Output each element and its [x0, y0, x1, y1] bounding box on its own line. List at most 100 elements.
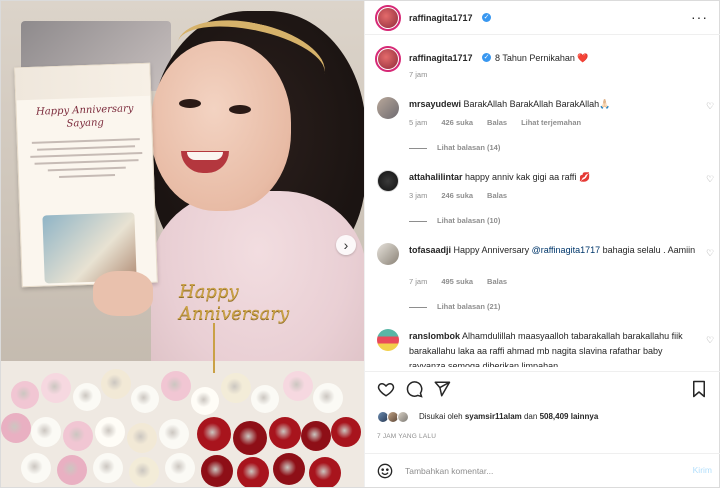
rose: [251, 385, 279, 413]
comment-avatar[interactable]: [377, 97, 399, 119]
rose: [191, 387, 219, 415]
rose-bouquet: [1, 361, 364, 487]
rose: [129, 457, 159, 487]
post-timestamp: 7 JAM YANG LALU: [377, 433, 437, 440]
reply-button[interactable]: Balas: [487, 191, 507, 200]
photo-eye: [179, 99, 201, 108]
rose: [63, 421, 93, 451]
rose: [165, 453, 195, 483]
comment-avatar[interactable]: [377, 329, 399, 351]
photo-hand: [93, 271, 153, 316]
card-floral-header: [15, 63, 151, 101]
verified-badge-icon: ✓: [482, 53, 491, 62]
photo-teeth: [187, 152, 223, 160]
instagram-post-modal: Happy Anniversary Sayang Happy Anniversa…: [0, 0, 720, 488]
view-replies-button[interactable]: Lihat balasan (21): [409, 302, 500, 311]
rose: [31, 417, 61, 447]
more-horizontal-icon[interactable]: ···: [691, 9, 708, 25]
post-photo[interactable]: Happy Anniversary Sayang Happy Anniversa…: [1, 1, 364, 487]
avatar[interactable]: [375, 5, 401, 31]
comment-body: tofasaadji Happy Anniversary @raffinagit…: [409, 245, 696, 255]
comment-avatar[interactable]: [377, 170, 399, 192]
caption-avatar[interactable]: [375, 46, 401, 72]
card-body-text-lines: [30, 138, 143, 184]
comment-username[interactable]: ranslombok: [409, 331, 460, 341]
anniversary-card: Happy Anniversary Sayang: [14, 62, 158, 288]
heart-outline-icon[interactable]: [377, 380, 397, 400]
rose: [331, 417, 361, 447]
view-replies-button[interactable]: Lihat balasan (10): [409, 216, 500, 225]
comment-composer: Kirim: [365, 453, 720, 487]
bookmark-icon[interactable]: [691, 380, 711, 400]
view-replies-button[interactable]: Lihat balasan (14): [409, 143, 500, 152]
paper-plane-icon[interactable]: [433, 380, 453, 400]
rose: [161, 371, 191, 401]
rose: [127, 423, 157, 453]
caption-username[interactable]: raffinagita1717: [409, 53, 473, 63]
action-bar: [365, 371, 720, 411]
rose: [197, 417, 231, 451]
rose: [11, 381, 39, 409]
comment-heart-icon[interactable]: ♡: [706, 175, 715, 184]
comment-meta: 7 jam 495 suka Balas: [409, 277, 508, 286]
rose: [73, 383, 101, 411]
comment-body: mrsayudewi BarakAllah BarakAllah BarakAl…: [409, 99, 611, 109]
comment-meta: 5 jam 426 suka Balas Lihat terjemahan: [409, 118, 582, 127]
reply-button[interactable]: Balas: [487, 118, 507, 127]
cake-topper: Happy Anniversary: [179, 281, 290, 324]
verified-badge-icon: ✓: [482, 13, 491, 22]
rose: [273, 453, 305, 485]
comment-body: attahalilintar happy anniv kak gigi aa r…: [409, 172, 591, 182]
caption-time: 7 jam: [409, 70, 428, 79]
reply-button[interactable]: Balas: [487, 277, 507, 286]
avatar-image: [378, 8, 398, 28]
rose: [301, 421, 331, 451]
rose: [21, 453, 51, 483]
comment-username[interactable]: tofasaadji: [409, 245, 451, 255]
caption-text: 8 Tahun Pernikahan ❤️: [495, 53, 589, 63]
post-header: raffinagita1717 ✓ ···: [365, 1, 720, 35]
rose: [57, 455, 87, 485]
liker-username[interactable]: syamsir11alam: [465, 412, 522, 421]
comment-heart-icon[interactable]: ♡: [706, 102, 715, 111]
cake-topper-stick: [213, 323, 215, 373]
comment-heart-icon[interactable]: ♡: [706, 249, 715, 258]
likes-text: Disukai oleh syamsir11alam dan 508,409 l…: [419, 412, 599, 421]
rose: [233, 421, 267, 455]
rose: [221, 373, 251, 403]
comment-heart-icon[interactable]: ♡: [706, 336, 715, 345]
likes-summary: Disukai oleh syamsir11alam dan 508,409 l…: [377, 411, 707, 425]
rose: [269, 417, 301, 449]
smiley-icon[interactable]: [377, 463, 393, 479]
post-sidebar: raffinagita1717 ✓ ··· raffinagita1717 ✓ …: [364, 1, 720, 487]
liker-avatar[interactable]: [397, 411, 409, 423]
likes-count[interactable]: 508,409 lainnya: [540, 412, 599, 421]
comment-avatar[interactable]: [377, 243, 399, 265]
comment-meta: 3 jam 246 suka Balas: [409, 191, 508, 200]
rose: [95, 417, 125, 447]
photo-eye: [229, 105, 251, 114]
comment-username[interactable]: mrsayudewi: [409, 99, 461, 109]
post-comment-button[interactable]: Kirim: [693, 465, 712, 475]
card-title: Happy Anniversary Sayang: [35, 103, 134, 130]
translate-button[interactable]: Lihat terjemahan: [521, 118, 581, 127]
comment-body: ranslombok Alhamdulillah maasyaalloh tab…: [409, 331, 683, 367]
rose: [283, 371, 313, 401]
mention-link[interactable]: @raffinagita1717: [532, 245, 601, 255]
rose: [201, 455, 233, 487]
comment-input[interactable]: [405, 464, 665, 478]
rose: [131, 385, 159, 413]
comment-username[interactable]: attahalilintar: [409, 172, 463, 182]
comment-bubble-icon[interactable]: [405, 380, 425, 400]
chevron-right-icon[interactable]: ›: [336, 235, 356, 255]
rose: [101, 369, 131, 399]
heart-emoji: ❤️: [577, 53, 589, 63]
rose: [41, 373, 71, 403]
rose: [237, 457, 269, 487]
header-username[interactable]: raffinagita1717: [409, 13, 473, 23]
rose: [313, 383, 343, 413]
rose: [159, 419, 189, 449]
rose: [1, 413, 31, 443]
rose: [309, 457, 341, 487]
rose: [93, 453, 123, 483]
